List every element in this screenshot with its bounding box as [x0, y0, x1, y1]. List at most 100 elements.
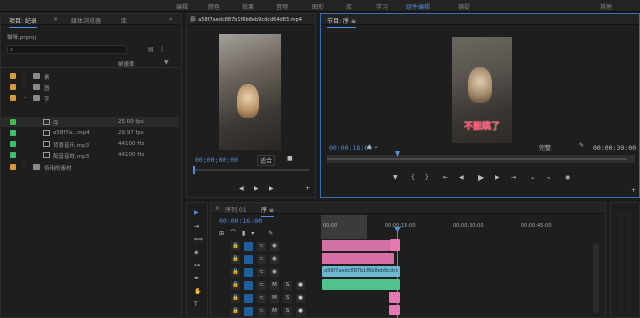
voiceover-icon[interactable]: ●: [296, 281, 305, 290]
ripple-edit-tool-icon[interactable]: ⟺: [194, 236, 203, 243]
program-scrubber[interactable]: [327, 155, 635, 163]
play-icon[interactable]: ▶: [478, 173, 484, 182]
eye-icon[interactable]: ◉: [270, 255, 279, 264]
type-tool-icon[interactable]: T: [194, 301, 198, 308]
target-toggle[interactable]: [244, 281, 253, 290]
workspace-assembly[interactable]: 组件编辑: [406, 2, 430, 11]
list-item[interactable]: › 待用的素材: [1, 162, 179, 172]
workspace-effects[interactable]: 效果: [242, 2, 254, 11]
export-frame-icon[interactable]: ◉: [565, 174, 570, 181]
mute-icon[interactable]: M: [270, 281, 279, 290]
track-select-tool-icon[interactable]: ⇥: [194, 223, 199, 230]
mark-in-icon[interactable]: {: [411, 174, 415, 181]
mark-out-icon[interactable]: }: [425, 174, 429, 181]
marker-dropdown[interactable]: ▲ ⌄: [367, 143, 379, 150]
audio-clip-a3[interactable]: [389, 305, 400, 315]
audio-clip-a1[interactable]: [322, 279, 400, 290]
solo-icon[interactable]: S: [283, 281, 292, 290]
chevron-right-icon[interactable]: ›: [23, 83, 25, 89]
solo-icon[interactable]: S: [283, 294, 292, 303]
lock-icon[interactable]: 🔒: [231, 268, 240, 277]
tab-source[interactable]: 源: a58f7aedc887b1f6b8eb9cdcd64d83.mp4: [190, 16, 302, 23]
razor-tool-icon[interactable]: ◈: [194, 249, 199, 256]
timeline-tool-icons[interactable]: ⊞⌒▮▾ ✎: [219, 228, 279, 237]
solo-icon[interactable]: S: [283, 307, 292, 316]
video-clip-v2[interactable]: [322, 253, 394, 264]
workspace-libraries[interactable]: 库: [346, 2, 352, 11]
chevron-right-icon[interactable]: ›: [23, 72, 25, 78]
panel-menu-icon[interactable]: »: [169, 16, 173, 23]
list-item[interactable]: a58f7a...mp4 29.97 fps: [1, 128, 179, 138]
lock-icon[interactable]: 🔒: [231, 294, 240, 303]
tab-project[interactable]: 项目: 纪录: [9, 16, 37, 28]
sync-lock-icon[interactable]: ⊂: [257, 242, 266, 251]
sync-lock-icon[interactable]: ⊂: [257, 268, 266, 277]
eye-icon[interactable]: ◉: [270, 242, 279, 251]
target-toggle[interactable]: [244, 255, 253, 264]
add-button-icon[interactable]: +: [631, 187, 636, 194]
chevron-right-icon[interactable]: ›: [23, 163, 25, 169]
step-forward-icon[interactable]: ▶: [495, 174, 500, 181]
step-forward-icon[interactable]: ▶: [269, 185, 274, 192]
go-to-out-icon[interactable]: ⇥: [511, 174, 516, 181]
target-toggle[interactable]: [244, 242, 253, 251]
sync-lock-icon[interactable]: ⊂: [257, 307, 266, 316]
tab-close[interactable]: ×: [53, 16, 58, 23]
sync-lock-icon[interactable]: ⊂: [257, 255, 266, 264]
tab-sequence-01[interactable]: 序列 01: [225, 205, 247, 214]
hand-tool-icon[interactable]: ✋: [194, 288, 201, 295]
workspace-audio[interactable]: 音频: [276, 2, 288, 11]
step-back-icon[interactable]: ◀: [239, 185, 244, 192]
lock-icon[interactable]: 🔒: [231, 281, 240, 290]
play-icon[interactable]: ▶: [254, 185, 259, 192]
timeline-scrollbar[interactable]: [593, 243, 599, 313]
lift-icon[interactable]: ⫠: [531, 174, 535, 182]
slip-tool-icon[interactable]: ⊶: [194, 262, 200, 269]
list-item[interactable]: 配音音效.mp3 44100 Hz: [1, 150, 179, 160]
workspace-color[interactable]: 颜色: [208, 2, 220, 11]
list-item[interactable]: › 素: [1, 71, 179, 81]
settings-icon[interactable]: ✎: [579, 142, 584, 149]
search-input[interactable]: ⌕: [7, 45, 127, 54]
tab-program[interactable]: 节目: 序 ≡: [327, 16, 356, 28]
fit-dropdown[interactable]: 完整: [539, 143, 551, 152]
new-bin-icon[interactable]: ▤: [148, 46, 154, 53]
bin-icon[interactable]: |: [161, 46, 163, 53]
list-item[interactable]: 序 25.00 fps: [1, 117, 179, 127]
target-toggle[interactable]: [244, 268, 253, 277]
workspace-more[interactable]: 其他: [600, 2, 612, 11]
workspace-capture[interactable]: 捕捉: [458, 2, 470, 11]
workspace-graphics[interactable]: 图形: [312, 2, 324, 11]
go-to-in-icon[interactable]: ⇤: [443, 174, 448, 181]
sync-lock-icon[interactable]: ⊂: [257, 281, 266, 290]
add-marker-icon[interactable]: ▼: [393, 174, 398, 181]
tab-close[interactable]: ×: [215, 205, 220, 212]
sync-lock-icon[interactable]: ⊂: [257, 294, 266, 303]
source-scale-dropdown[interactable]: 适合: [257, 155, 276, 166]
source-timecode[interactable]: 00;00;00;00: [195, 156, 238, 164]
mute-icon[interactable]: M: [270, 307, 279, 316]
target-toggle[interactable]: [244, 307, 253, 316]
audio-clip-a2[interactable]: [389, 292, 400, 303]
tab-libraries[interactable]: 库: [121, 16, 127, 25]
eye-icon[interactable]: ◉: [270, 268, 279, 277]
tab-sequence[interactable]: 序 ≡: [261, 205, 274, 217]
program-timecode[interactable]: 00:00:18:00: [329, 144, 372, 152]
workspace-edit[interactable]: 编辑: [176, 2, 188, 11]
voiceover-icon[interactable]: ●: [296, 294, 305, 303]
workspace-learning[interactable]: 学习: [376, 2, 388, 11]
tab-media-browser[interactable]: 媒体浏览器: [71, 16, 101, 25]
voiceover-icon[interactable]: ●: [296, 307, 305, 316]
sort-icon[interactable]: ▼: [164, 59, 169, 66]
video-clip-v1[interactable]: a58f7aedc887b1f6b8eb9cdcd64d83.mp4 [V]: [322, 266, 400, 277]
selection-tool-icon[interactable]: ▶: [194, 209, 199, 216]
settings-icon[interactable]: ■: [287, 155, 293, 162]
step-back-icon[interactable]: ◀: [459, 174, 464, 181]
mute-icon[interactable]: M: [270, 294, 279, 303]
list-item[interactable]: › 图: [1, 82, 179, 92]
extract-icon[interactable]: ⫟: [547, 174, 551, 182]
source-playhead[interactable]: [193, 166, 195, 174]
time-ruler[interactable]: 00:00 00:00:15:00 00:00:30:00 00:00:45:0…: [321, 215, 601, 239]
timeline-timecode[interactable]: 00:00:16:00: [219, 217, 262, 225]
video-clip-v3[interactable]: [322, 240, 390, 251]
